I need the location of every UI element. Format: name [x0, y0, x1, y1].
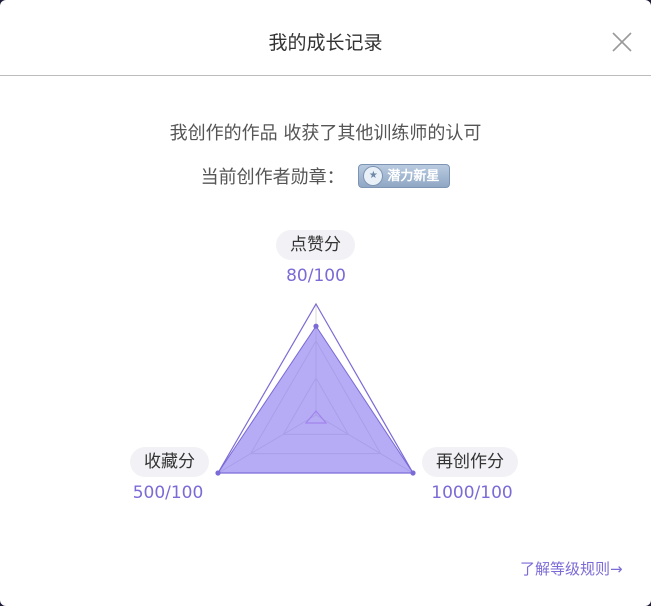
axis-score-recreate: 1000/100 — [431, 483, 513, 503]
axis-score-likes: 80/100 — [286, 266, 346, 286]
radar-chart — [215, 302, 416, 476]
radar-data-point-1 — [313, 323, 319, 329]
axis-label-favorites: 收藏分 — [130, 447, 209, 477]
level-rules-link[interactable]: 了解等级规则→ — [520, 558, 623, 579]
radar-data-point-3 — [215, 470, 221, 476]
axis-label-likes: 点赞分 — [276, 230, 355, 260]
axis-score-favorites: 500/100 — [132, 483, 204, 503]
axis-label-recreate: 再创作分 — [422, 447, 518, 477]
radar-data-point-2 — [410, 470, 416, 476]
radar-data-area — [217, 325, 414, 474]
growth-record-dialog: 我的成长记录 我创作的作品 收获了其他训练师的认可 当前创作者勋章： ★ 潜力新星… — [0, 0, 651, 606]
